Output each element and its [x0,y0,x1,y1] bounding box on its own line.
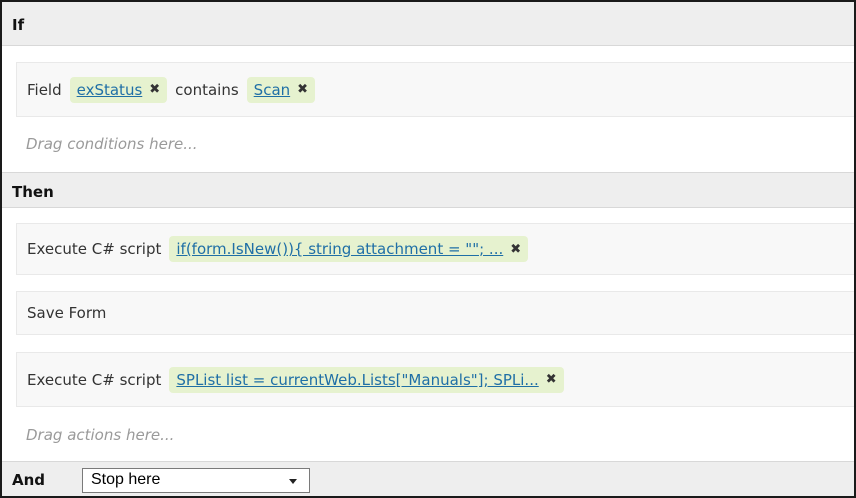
condition-row[interactable]: Field exStatus ✖ contains Scan ✖ [16,62,854,117]
chevron-down-icon[interactable] [289,478,297,484]
then-header: Then [2,172,854,208]
and-label: And [12,471,46,489]
conditions-placeholder: Drag conditions here... [26,135,198,153]
actions-placeholder: Drag actions here... [26,426,175,444]
action-label: Execute C# script [27,370,162,389]
stop-behavior-select[interactable]: Stop here [82,467,310,493]
action-label: Save Form [27,304,107,322]
if-title: If [12,16,25,34]
action-row[interactable]: Save Form [16,291,854,335]
script-token: if(form.IsNew()){ string attachment = ""… [169,236,529,262]
script-token-link[interactable]: SPList list = currentWeb.Lists["Manuals"… [176,371,538,389]
script-token-link[interactable]: if(form.IsNew()){ string attachment = ""… [176,240,503,258]
condition-operator: contains [175,80,239,99]
conditions-drop-zone[interactable]: Drag conditions here... [16,120,854,168]
if-header: If [2,2,854,46]
value-token: Scan ✖ [246,76,316,103]
then-title: Then [12,183,54,201]
action-row[interactable]: Execute C# script if(form.IsNew()){ stri… [16,223,854,275]
actions-drop-zone[interactable]: Drag actions here... [16,412,854,458]
field-token-link[interactable]: exStatus [77,81,143,99]
script-token: SPList list = currentWeb.Lists["Manuals"… [169,366,564,393]
and-bar: And Stop here [2,461,854,496]
field-token: exStatus ✖ [69,76,168,103]
select-value: Stop here [91,471,161,488]
condition-field-prefix: Field [27,80,62,99]
close-icon[interactable]: ✖ [149,83,160,96]
value-token-link[interactable]: Scan [254,81,290,99]
rule-editor: If Field exStatus ✖ contains Scan ✖ Drag… [0,0,856,498]
close-icon[interactable]: ✖ [297,83,308,96]
close-icon[interactable]: ✖ [510,243,521,256]
action-row[interactable]: Execute C# script SPList list = currentW… [16,352,854,407]
action-label: Execute C# script [27,240,162,258]
close-icon[interactable]: ✖ [546,373,557,386]
